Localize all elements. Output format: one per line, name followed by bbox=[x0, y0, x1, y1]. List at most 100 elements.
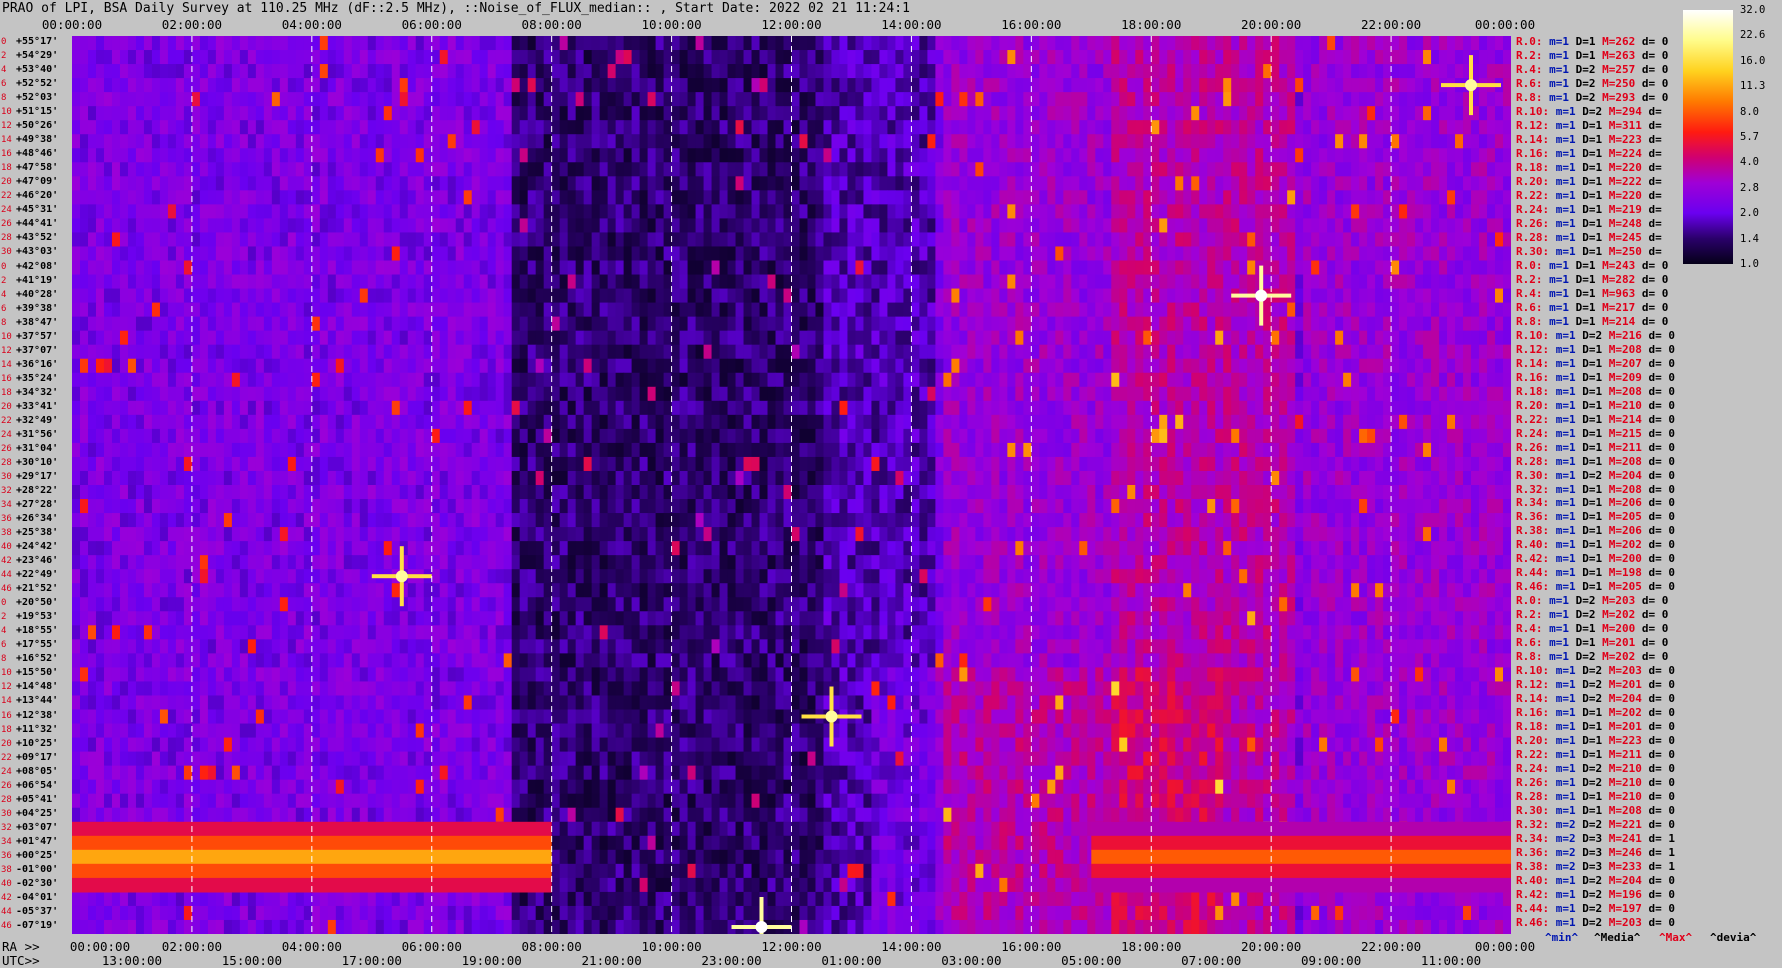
heatmap-cell bbox=[719, 176, 729, 191]
heatmap-cell bbox=[407, 120, 417, 135]
heatmap-cell bbox=[903, 176, 913, 191]
heatmap-cell bbox=[375, 92, 385, 107]
heatmap-cell bbox=[319, 246, 329, 262]
heatmap-cell bbox=[927, 218, 936, 234]
heatmap-cell bbox=[159, 204, 169, 220]
heatmap-cell bbox=[1359, 120, 1368, 135]
heatmap-cell bbox=[87, 288, 97, 304]
heatmap-cell bbox=[271, 36, 281, 51]
heatmap-cell bbox=[359, 120, 369, 135]
heatmap-cell bbox=[207, 218, 217, 234]
heatmap-cell bbox=[999, 400, 1008, 416]
heatmap-cell bbox=[1343, 218, 1352, 234]
heatmap-cell bbox=[151, 176, 161, 191]
heatmap-cell bbox=[1199, 134, 1208, 149]
heatmap-cell bbox=[1047, 92, 1056, 107]
heatmap-cell bbox=[607, 190, 617, 205]
heatmap-cell bbox=[279, 232, 289, 248]
heatmap-cell bbox=[751, 260, 761, 276]
heatmap-cell bbox=[607, 204, 617, 220]
heatmap-cell bbox=[1151, 176, 1160, 191]
heatmap-cell bbox=[591, 330, 601, 346]
heatmap-cell bbox=[655, 386, 665, 402]
heatmap-cell bbox=[111, 288, 121, 304]
heatmap-cell bbox=[759, 190, 769, 205]
heatmap-cell bbox=[799, 260, 809, 276]
heatmap-cell bbox=[967, 372, 976, 388]
heatmap-cell bbox=[415, 330, 425, 346]
heatmap-cell bbox=[87, 204, 97, 220]
heatmap-cell bbox=[407, 106, 417, 121]
heatmap-cell bbox=[671, 148, 681, 163]
heatmap-cell bbox=[1263, 50, 1272, 65]
heatmap-cell bbox=[255, 260, 265, 276]
heatmap-cell bbox=[695, 218, 705, 234]
heatmap-cell bbox=[1207, 344, 1216, 360]
heatmap-cell bbox=[1071, 106, 1080, 121]
heatmap-cell bbox=[743, 148, 753, 163]
heatmap-cell bbox=[111, 372, 121, 388]
heatmap-cell bbox=[447, 162, 457, 177]
heatmap-cell bbox=[911, 232, 921, 248]
heatmap-cell bbox=[1351, 302, 1360, 318]
heatmap-cell bbox=[735, 414, 745, 430]
heatmap-cell bbox=[1223, 120, 1232, 135]
heatmap-cell bbox=[215, 400, 225, 416]
heatmap-cell bbox=[599, 344, 609, 360]
heatmap-cell bbox=[863, 148, 873, 163]
heatmap-cell bbox=[927, 344, 936, 360]
heatmap-cell bbox=[175, 50, 185, 65]
heatmap-cell bbox=[1119, 162, 1128, 177]
heatmap-cell bbox=[447, 232, 457, 248]
heatmap-cell bbox=[943, 92, 952, 107]
heatmap-cell bbox=[767, 232, 777, 248]
heatmap-cell bbox=[1455, 64, 1464, 79]
heatmap-cell bbox=[207, 246, 217, 262]
heatmap-cell bbox=[1479, 344, 1488, 360]
heatmap-cell bbox=[1007, 316, 1016, 332]
heatmap-cell bbox=[815, 302, 825, 318]
heatmap-cell bbox=[1383, 190, 1392, 205]
heatmap-cell bbox=[351, 120, 361, 135]
heatmap-cell bbox=[1015, 134, 1024, 149]
heatmap-cell bbox=[623, 386, 633, 402]
heatmap-cell bbox=[623, 232, 633, 248]
heatmap-cell bbox=[439, 358, 449, 374]
heatmap-cell bbox=[231, 162, 241, 177]
heatmap-cell bbox=[119, 288, 129, 304]
heatmap-cell bbox=[1135, 120, 1144, 135]
heatmap-cell bbox=[855, 400, 865, 416]
heatmap-cell bbox=[935, 400, 944, 416]
heatmap-cell bbox=[79, 358, 89, 374]
heatmap-cell bbox=[1047, 358, 1056, 374]
heatmap-cell bbox=[815, 64, 825, 79]
heatmap-cell bbox=[839, 106, 849, 121]
heatmap-cell bbox=[1431, 92, 1440, 107]
heatmap-cell bbox=[207, 92, 217, 107]
heatmap-cell bbox=[863, 246, 873, 262]
heatmap-cell bbox=[167, 64, 177, 79]
heatmap-cell bbox=[1503, 260, 1511, 276]
heatmap-cell bbox=[639, 64, 649, 79]
heatmap-cell bbox=[1487, 302, 1496, 318]
heatmap-cell bbox=[471, 288, 481, 304]
heatmap-cell bbox=[1311, 50, 1320, 65]
heatmap-cell bbox=[1087, 64, 1096, 79]
heatmap-cell bbox=[367, 204, 377, 220]
heatmap-cell bbox=[575, 78, 585, 93]
heatmap-cell bbox=[743, 260, 753, 276]
heatmap-cell bbox=[943, 246, 952, 262]
heatmap-cell bbox=[471, 148, 481, 163]
heatmap-cell bbox=[1063, 302, 1072, 318]
heatmap-cell bbox=[711, 316, 721, 332]
heatmap-cell bbox=[1383, 120, 1392, 135]
heatmap-cell bbox=[407, 64, 417, 79]
heatmap-cell bbox=[1455, 120, 1464, 135]
heatmap-cell bbox=[1375, 106, 1384, 121]
heatmap-cell bbox=[1247, 92, 1256, 107]
heatmap-cell bbox=[951, 260, 960, 276]
heatmap-cell bbox=[871, 232, 881, 248]
heatmap-cell bbox=[535, 120, 545, 135]
heatmap-cell bbox=[919, 288, 928, 304]
heatmap-cell bbox=[503, 162, 513, 177]
